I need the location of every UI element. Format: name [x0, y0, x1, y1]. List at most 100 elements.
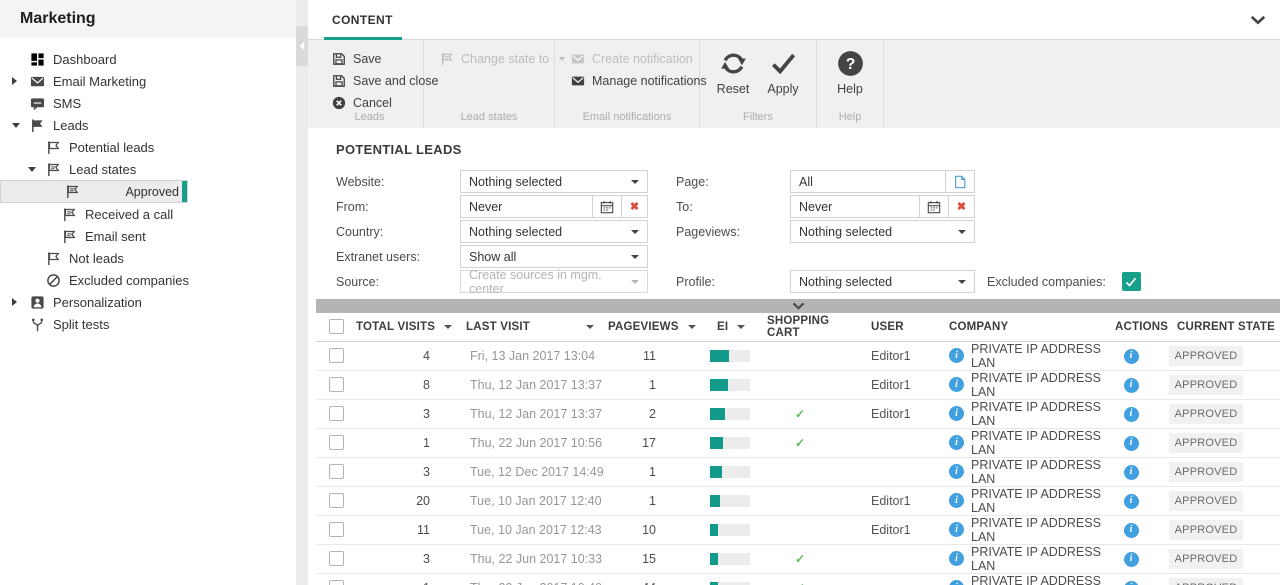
column-pageviews[interactable]: PAGEVIEWS — [608, 321, 679, 333]
to-date-input[interactable]: Never — [791, 196, 919, 217]
sidebar-item-approved[interactable]: Approved — [0, 180, 188, 203]
company-info-icon[interactable] — [949, 580, 964, 585]
to-clear-button[interactable]: ✖ — [948, 196, 974, 217]
sidebar-collapse-handle[interactable] — [296, 26, 308, 66]
tab-content[interactable]: CONTENT — [332, 0, 393, 39]
pageviews-select[interactable]: Nothing selected — [790, 220, 975, 243]
expand-caret-icon[interactable] — [12, 77, 30, 85]
total-visits-cell: 8 — [356, 370, 466, 399]
sidebar-item-potential-leads[interactable]: Potential leads — [0, 136, 296, 158]
column-last-visit[interactable]: LAST VISIT — [466, 321, 530, 333]
company-name: PRIVATE IP ADDRESS LAN — [971, 487, 1101, 515]
help-button[interactable]: Help — [825, 50, 875, 96]
company-cell: PRIVATE IP ADDRESS LAN — [936, 341, 1101, 370]
sort-caret-icon[interactable] — [737, 325, 745, 329]
details-info-icon[interactable] — [1124, 436, 1139, 451]
select-all-checkbox[interactable] — [329, 319, 344, 334]
table-row[interactable]: 4 Fri, 13 Jan 2017 13:04 11 Editor1 PRIV… — [316, 341, 1280, 370]
row-checkbox[interactable] — [329, 377, 344, 392]
sidebar-item-not-leads[interactable]: Not leads — [0, 247, 296, 269]
details-info-icon[interactable] — [1124, 407, 1139, 422]
from-date-input[interactable]: Never — [461, 196, 592, 217]
row-checkbox[interactable] — [329, 493, 344, 508]
row-checkbox[interactable] — [329, 551, 344, 566]
table-row[interactable]: 8 Thu, 12 Jan 2017 13:37 1 Editor1 PRIVA… — [316, 370, 1280, 399]
chevron-down-icon[interactable] — [1250, 15, 1266, 25]
total-visits-cell: 4 — [356, 341, 466, 370]
apply-button[interactable]: Apply — [758, 50, 808, 96]
table-row[interactable]: 20 Tue, 10 Jan 2017 12:40 1 Editor1 PRIV… — [316, 486, 1280, 515]
table-row[interactable]: 3 Thu, 12 Jan 2017 13:37 2 ✓ Editor1 PRI… — [316, 399, 1280, 428]
row-checkbox[interactable] — [329, 435, 344, 450]
from-calendar-button[interactable] — [592, 196, 621, 217]
company-info-icon[interactable] — [949, 435, 964, 450]
collapse-caret-icon[interactable] — [28, 167, 46, 172]
reset-button[interactable]: Reset — [708, 50, 758, 96]
sidebar-item-email-marketing[interactable]: Email Marketing — [0, 70, 296, 92]
row-checkbox[interactable] — [329, 348, 344, 363]
current-state-cell: APPROVED — [1161, 341, 1280, 370]
details-info-icon[interactable] — [1124, 581, 1139, 585]
select-page-button[interactable] — [945, 171, 974, 192]
sidebar-item-dashboard[interactable]: Dashboard — [0, 48, 296, 70]
source-label: Source: — [336, 275, 460, 289]
ei-progress-track — [710, 350, 750, 362]
from-clear-button[interactable]: ✖ — [621, 196, 647, 217]
company-info-icon[interactable] — [949, 551, 964, 566]
sidebar-splitter[interactable] — [296, 0, 308, 585]
row-checkbox[interactable] — [329, 406, 344, 421]
company-info-icon[interactable] — [949, 493, 964, 508]
row-checkbox[interactable] — [329, 464, 344, 479]
company-info-icon[interactable] — [949, 406, 964, 421]
save-and-close-button[interactable]: Save and close — [332, 70, 423, 91]
sort-caret-icon[interactable] — [688, 325, 696, 329]
save-button[interactable]: Save — [332, 48, 423, 69]
sidebar-item-split-tests[interactable]: Split tests — [0, 313, 296, 335]
company-info-icon[interactable] — [949, 348, 964, 363]
user-cell — [856, 428, 936, 457]
row-checkbox[interactable] — [329, 580, 344, 585]
website-select[interactable]: Nothing selected — [460, 170, 648, 193]
sort-caret-icon[interactable] — [586, 325, 594, 329]
company-cell: PRIVATE IP ADDRESS LAN — [936, 457, 1101, 486]
details-info-icon[interactable] — [1124, 494, 1139, 509]
manage-notifications-button[interactable]: Manage notifications — [571, 70, 699, 91]
details-info-icon[interactable] — [1124, 552, 1139, 567]
table-row[interactable]: 3 Tue, 12 Dec 2017 14:49 1 PRIVATE IP AD… — [316, 457, 1280, 486]
column-total-visits[interactable]: TOTAL VISITS — [356, 321, 435, 333]
filter-collapse-bar[interactable] — [316, 299, 1280, 313]
company-info-icon[interactable] — [949, 522, 964, 537]
profile-label: Profile: — [676, 275, 790, 289]
flag-states-icon — [46, 162, 61, 177]
toolbar-group-leads: Save Save and close Cancel Leads — [316, 40, 424, 128]
country-select[interactable]: Nothing selected — [460, 220, 648, 243]
details-info-icon[interactable] — [1124, 378, 1139, 393]
page-input[interactable]: All — [791, 171, 945, 192]
collapse-caret-icon[interactable] — [12, 123, 30, 128]
sidebar-item-sms[interactable]: SMS — [0, 92, 296, 114]
sidebar-item-personalization[interactable]: Personalization — [0, 291, 296, 313]
details-info-icon[interactable] — [1124, 349, 1139, 364]
table-row[interactable]: 1 Thu, 22 Jun 2017 10:56 17 ✓ PRIVATE IP… — [316, 428, 1280, 457]
company-info-icon[interactable] — [949, 377, 964, 392]
company-info-icon[interactable] — [949, 464, 964, 479]
sidebar-item-email-sent[interactable]: Email sent — [0, 225, 296, 247]
sidebar-item-received-a-call[interactable]: Received a call — [0, 203, 296, 225]
table-row[interactable]: 1 Thu, 22 Jun 2017 10:40 44 ✓ PRIVATE IP… — [316, 573, 1280, 585]
table-row[interactable]: 11 Tue, 10 Jan 2017 12:43 10 Editor1 PRI… — [316, 515, 1280, 544]
details-info-icon[interactable] — [1124, 523, 1139, 538]
column-ei[interactable]: EI — [717, 321, 728, 333]
row-checkbox[interactable] — [329, 522, 344, 537]
to-calendar-button[interactable] — [919, 196, 948, 217]
cancel-button[interactable]: Cancel — [332, 92, 423, 113]
profile-select[interactable]: Nothing selected — [790, 270, 975, 293]
extranet-users-select[interactable]: Show all — [460, 245, 648, 268]
sidebar-item-lead-states[interactable]: Lead states — [0, 158, 296, 180]
details-info-icon[interactable] — [1124, 465, 1139, 480]
sidebar-item-excluded-companies[interactable]: Excluded companies — [0, 269, 296, 291]
sidebar-item-leads[interactable]: Leads — [0, 114, 296, 136]
table-row[interactable]: 3 Thu, 22 Jun 2017 10:33 15 ✓ PRIVATE IP… — [316, 544, 1280, 573]
excluded-companies-checkbox[interactable] — [1122, 272, 1141, 291]
expand-caret-icon[interactable] — [12, 298, 30, 306]
sort-caret-icon[interactable] — [444, 325, 452, 329]
